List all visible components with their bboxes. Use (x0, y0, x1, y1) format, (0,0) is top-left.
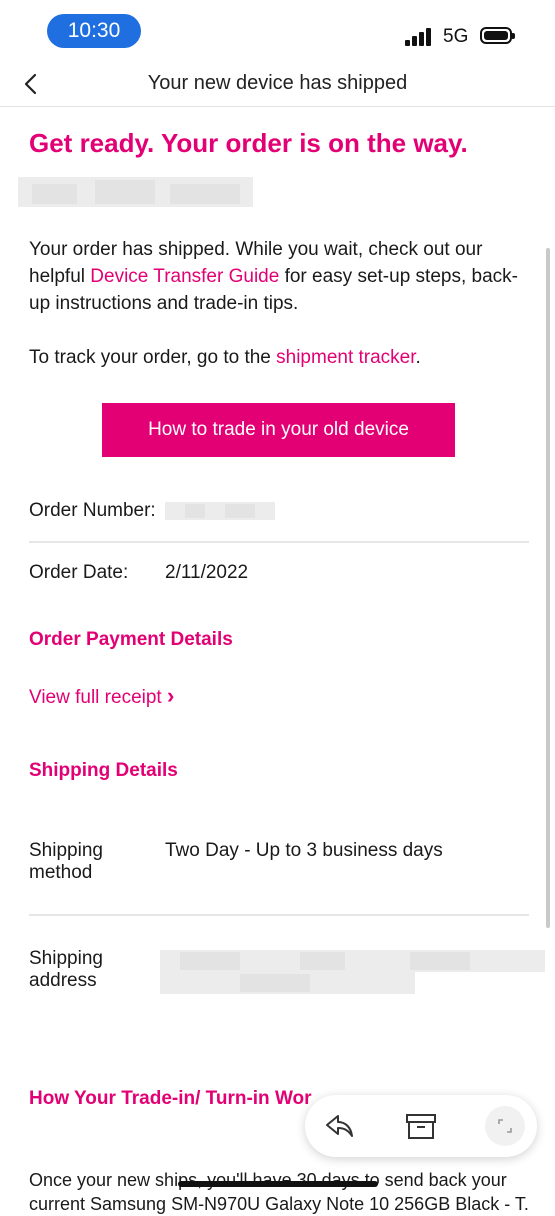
expand-icon (498, 1119, 512, 1133)
network-label: 5G (443, 26, 469, 47)
shipping-method-value: Two Day - Up to 3 business days (165, 840, 443, 861)
shipping-address-label-line1: Shipping (29, 948, 103, 969)
home-indicator (178, 1181, 378, 1187)
archive-icon (406, 1114, 436, 1139)
divider (29, 541, 529, 543)
order-date-label: Order Date: (29, 562, 129, 583)
tradein-heading: How Your Trade-in/ Turn-in Wor (29, 1088, 312, 1109)
floating-toolbar (305, 1095, 537, 1157)
order-date-value: 2/11/2022 (165, 562, 249, 583)
payment-details-heading: Order Payment Details (29, 629, 233, 650)
device-transfer-guide-link[interactable]: Device Transfer Guide (90, 266, 279, 287)
tradein-paragraph: Once your new ships, you'll have 30 days… (29, 1168, 529, 1216)
reply-icon (326, 1115, 353, 1137)
page-headline: Get ready. Your order is on the way. (29, 128, 468, 158)
archive-button[interactable] (401, 1106, 441, 1146)
shipping-method-label-line2: method (29, 862, 93, 883)
expand-button[interactable] (485, 1106, 525, 1146)
battery-icon (480, 27, 515, 44)
shipment-tracker-link[interactable]: shipment tracker (276, 347, 415, 368)
scrollbar[interactable] (546, 248, 550, 928)
intro-paragraph: Your order has shipped. While you wait, … (29, 236, 529, 317)
signal-icon (405, 26, 435, 46)
shipping-method-label: Shipping method (29, 840, 103, 884)
chevron-right-icon: › (167, 683, 175, 708)
status-bar: 10:30 5G (0, 0, 555, 62)
tradein-text-line2: current Samsung SM-N970U Galaxy Note 10 … (29, 1194, 529, 1214)
view-receipt-link[interactable]: View full receipt › (29, 683, 174, 709)
track-text-end: . (415, 347, 421, 368)
nav-header: Your new device has shipped (0, 62, 555, 107)
trade-in-guide-button[interactable]: How to trade in your old device (102, 403, 455, 457)
order-number-label: Order Number: (29, 500, 156, 521)
nav-title: Your new device has shipped (147, 72, 408, 94)
shipping-method-label-line1: Shipping (29, 840, 103, 861)
status-time: 10:30 (47, 14, 141, 48)
shipping-address-label-line2: address (29, 970, 97, 991)
divider (29, 914, 529, 916)
tradein-text-line1: Once your new ships, you'll have 30 days… (29, 1170, 507, 1190)
track-text: To track your order, go to the (29, 347, 277, 368)
reply-button[interactable] (319, 1106, 359, 1146)
view-receipt-label: View full receipt (29, 687, 162, 708)
shipping-details-heading: Shipping Details (29, 760, 178, 781)
track-paragraph: To track your order, go to the shipment … (29, 344, 529, 371)
shipping-address-label: Shipping address (29, 948, 103, 992)
